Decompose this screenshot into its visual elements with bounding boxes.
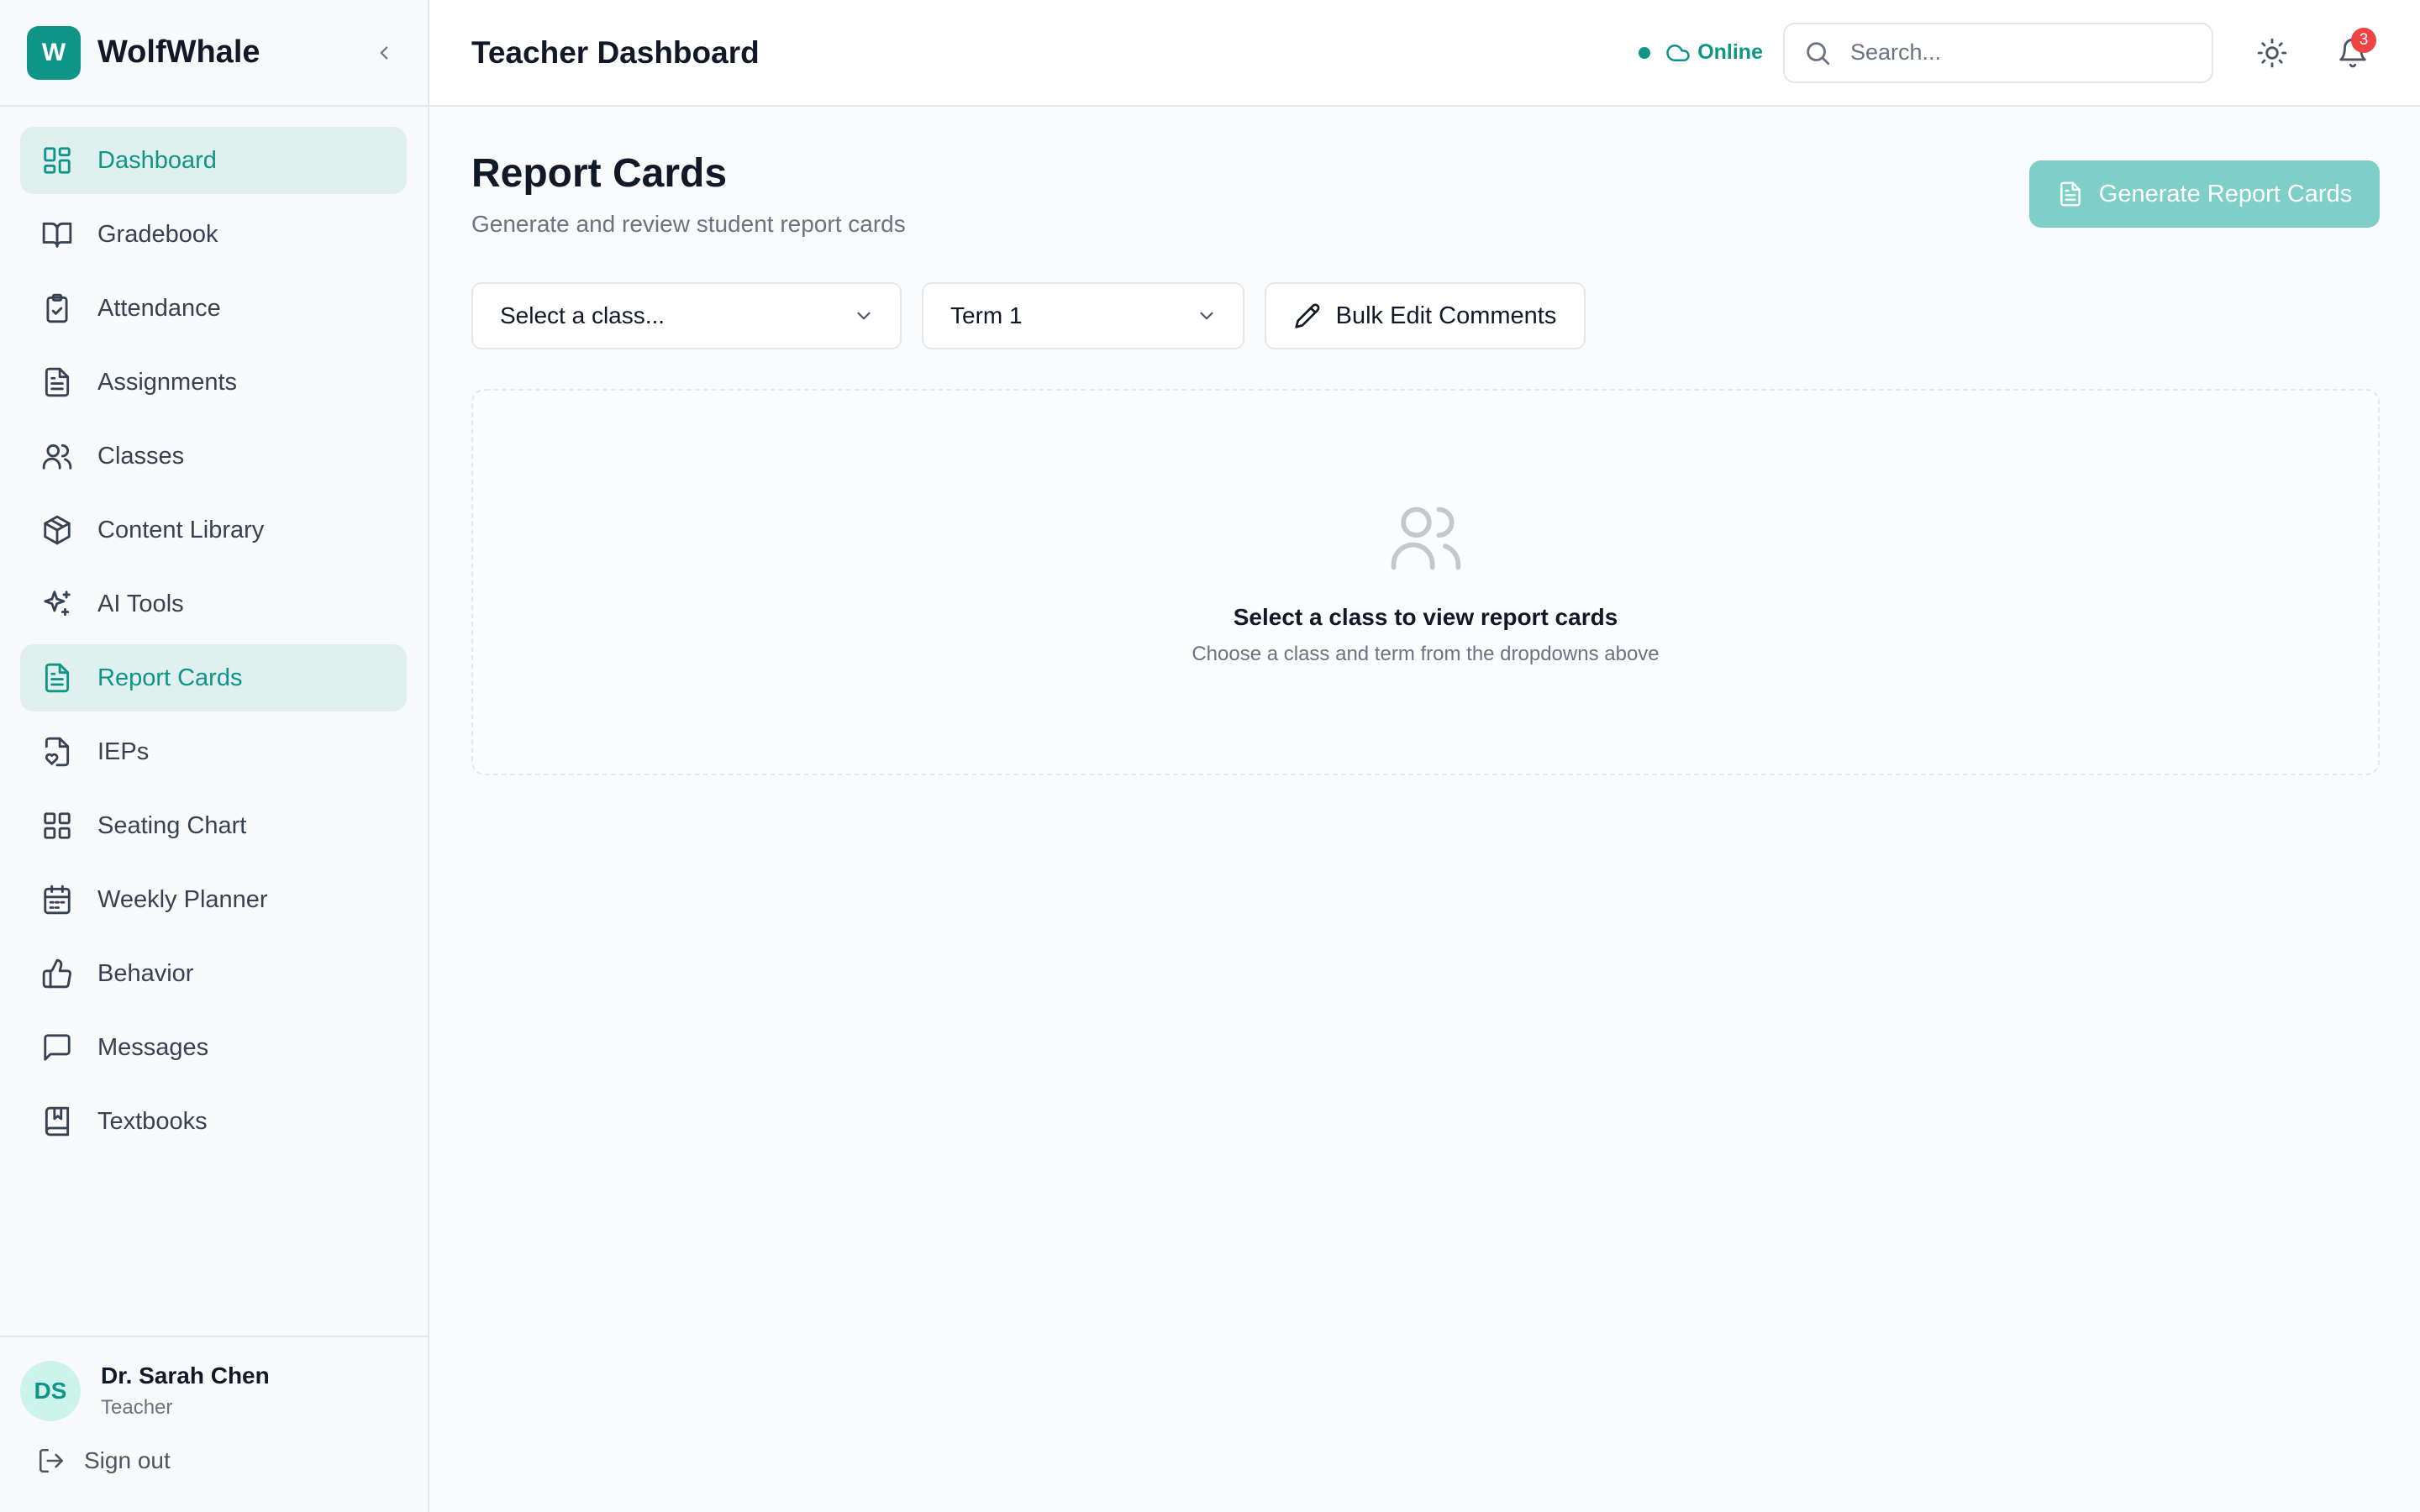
message-square-icon — [40, 1031, 74, 1064]
notifications-button[interactable]: 3 — [2328, 27, 2378, 78]
avatar: DS — [20, 1361, 81, 1421]
sidebar-item-label: Content Library — [97, 516, 265, 543]
chevron-down-icon — [857, 312, 871, 320]
term-select-value: Term 1 — [950, 302, 1023, 328]
sidebar-item-label: Seating Chart — [97, 811, 247, 839]
file-heart-icon — [40, 735, 74, 769]
sidebar-item-label: Behavior — [97, 959, 194, 987]
brand: W WolfWhale — [0, 0, 428, 107]
sidebar-item-label: Gradebook — [97, 220, 218, 248]
sidebar-item-classes[interactable]: Classes — [20, 423, 407, 490]
class-select[interactable]: Select a class... — [471, 282, 902, 349]
calendar-icon — [40, 883, 74, 916]
user-role: Teacher — [101, 1396, 173, 1419]
sidebar-item-weekly-planner[interactable]: Weekly Planner — [20, 866, 407, 933]
class-select-value: Select a class... — [500, 302, 666, 328]
empty-state-title: Select a class to view report cards — [1233, 604, 1618, 630]
empty-state-subtitle: Choose a class and term from the dropdow… — [1192, 643, 1660, 665]
chevron-down-icon — [1200, 312, 1213, 320]
connection-status: Online — [1639, 40, 1763, 66]
sidebar-item-label: AI Tools — [97, 590, 184, 617]
sidebar-item-ai-tools[interactable]: AI Tools — [20, 570, 407, 638]
filter-controls: Select a class... Term 1 Bulk Edit Comme… — [471, 282, 1586, 349]
sidebar-item-dashboard[interactable]: Dashboard — [20, 127, 407, 194]
sign-out-label: Sign out — [84, 1447, 171, 1473]
user-profile[interactable]: DS Dr. Sarah Chen Teacher — [20, 1361, 408, 1421]
book-open-icon — [40, 218, 74, 251]
sidebar-item-label: Report Cards — [97, 664, 243, 691]
page-title: Report Cards — [471, 151, 728, 196]
sidebar-item-label: Assignments — [97, 368, 238, 396]
users-icon — [1391, 507, 1460, 570]
generate-button-label: Generate Report Cards — [2098, 180, 2353, 207]
sidebar-item-assignments[interactable]: Assignments — [20, 349, 407, 416]
sidebar: W WolfWhale Dashboard Gradebook Attendan… — [0, 0, 429, 1512]
empty-state: Select a class to view report cards Choo… — [471, 389, 2380, 775]
top-header: Teacher Dashboard Online 3 — [429, 0, 2420, 107]
sidebar-item-attendance[interactable]: Attendance — [20, 275, 407, 342]
sparkles-icon — [40, 587, 74, 621]
grid-icon — [40, 809, 74, 843]
thumbs-up-icon — [40, 957, 74, 990]
main-content: Report Cards Generate and review student… — [429, 108, 2420, 1512]
sun-icon — [2257, 38, 2287, 67]
generate-report-cards-button[interactable]: Generate Report Cards — [2029, 160, 2380, 228]
dashboard-icon — [40, 144, 74, 177]
status-dot — [1639, 46, 1651, 59]
status-label: Online — [1697, 40, 1763, 64]
sidebar-item-label: Classes — [97, 442, 185, 470]
sidebar-item-label: Messages — [97, 1033, 209, 1061]
search-box[interactable] — [1783, 22, 2213, 83]
sidebar-item-seating-chart[interactable]: Seating Chart — [20, 792, 407, 859]
brand-logo: W — [27, 25, 81, 80]
log-out-icon — [39, 1448, 64, 1473]
users-icon — [40, 439, 74, 473]
bulk-edit-comments-button[interactable]: Bulk Edit Comments — [1265, 282, 1586, 349]
file-text-icon — [40, 661, 74, 695]
bulk-edit-label: Bulk Edit Comments — [1335, 302, 1557, 329]
sidebar-item-gradebook[interactable]: Gradebook — [20, 201, 407, 268]
file-text-icon — [2060, 181, 2081, 207]
collapse-sidebar-button[interactable] — [367, 36, 401, 70]
cloud-icon — [1666, 44, 1690, 61]
sidebar-item-label: Dashboard — [97, 146, 217, 174]
search-icon — [1807, 41, 1830, 65]
sidebar-item-label: IEPs — [97, 738, 150, 765]
sidebar-nav: Dashboard Gradebook Attendance Assignmen… — [0, 107, 428, 1155]
sidebar-item-textbooks[interactable]: Textbooks — [20, 1088, 407, 1155]
package-icon — [40, 513, 74, 547]
book-marked-icon — [40, 1105, 74, 1138]
page-subtitle: Generate and review student report cards — [471, 211, 906, 237]
search-input[interactable] — [1850, 39, 2186, 66]
sidebar-item-label: Attendance — [97, 294, 221, 322]
sign-out-button[interactable]: Sign out — [20, 1446, 408, 1475]
sidebar-item-ieps[interactable]: IEPs — [20, 718, 407, 785]
file-text-icon — [40, 365, 74, 399]
sidebar-item-report-cards[interactable]: Report Cards — [20, 644, 407, 711]
user-block: DS Dr. Sarah Chen Teacher Sign out — [0, 1336, 428, 1512]
brand-name: WolfWhale — [97, 34, 260, 70]
sidebar-item-label: Textbooks — [97, 1107, 208, 1135]
pencil-icon — [1294, 303, 1320, 328]
term-select[interactable]: Term 1 — [922, 282, 1244, 349]
sidebar-item-label: Weekly Planner — [97, 885, 268, 913]
notification-badge: 3 — [2351, 27, 2376, 53]
theme-toggle-button[interactable] — [2247, 28, 2297, 78]
sidebar-item-content-library[interactable]: Content Library — [20, 496, 407, 564]
clipboard-check-icon — [40, 291, 74, 325]
chevron-left-icon — [380, 45, 388, 60]
user-name: Dr. Sarah Chen — [101, 1362, 270, 1389]
header-title: Teacher Dashboard — [471, 34, 760, 70]
sidebar-item-messages[interactable]: Messages — [20, 1014, 407, 1081]
sidebar-item-behavior[interactable]: Behavior — [20, 940, 407, 1007]
